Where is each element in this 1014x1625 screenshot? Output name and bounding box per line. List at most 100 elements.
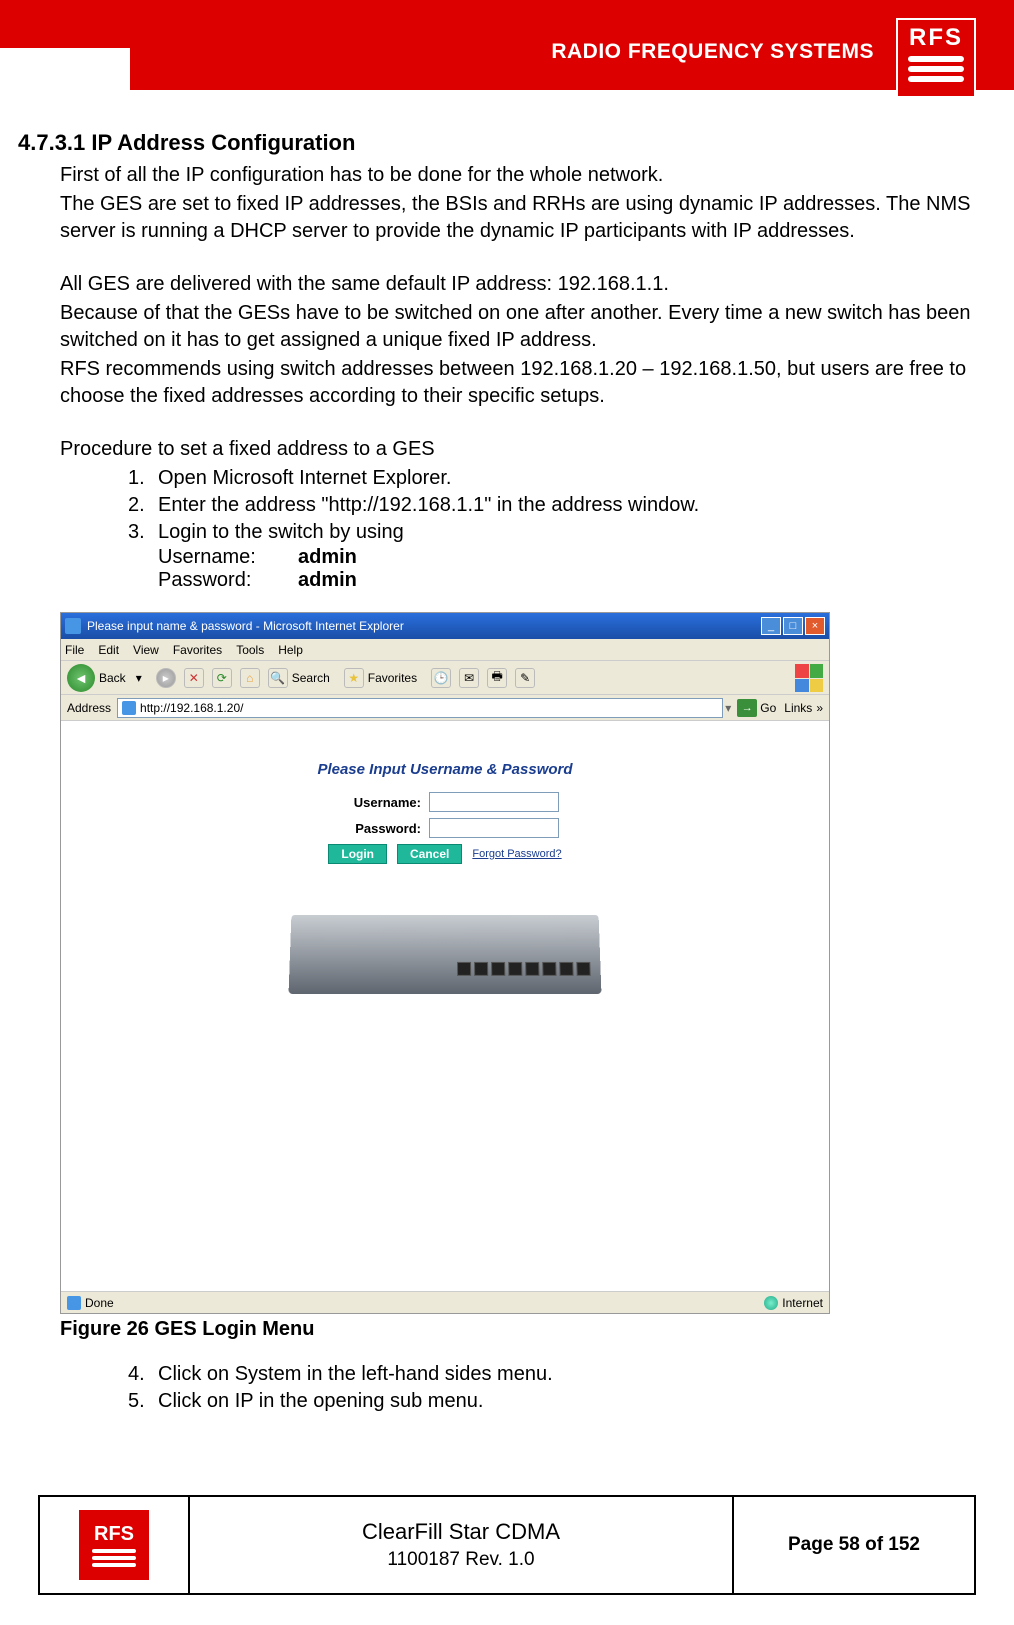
footer-page-cell: Page 58 of 152 — [734, 1497, 974, 1593]
paragraph: All GES are delivered with the same defa… — [60, 271, 974, 298]
page-content: 4.7.3.1 IP Address Configuration First o… — [0, 130, 1014, 1415]
ie-statusbar: Done Internet — [61, 1291, 829, 1313]
menu-help[interactable]: Help — [278, 643, 303, 657]
ie-addressbar: Address http://192.168.1.20/ ▾ → Go Link… — [61, 695, 829, 721]
favorites-icon[interactable]: ★ — [344, 668, 364, 688]
home-icon[interactable]: ⌂ — [240, 668, 260, 688]
list-text: Click on System in the left-hand sides m… — [158, 1361, 553, 1388]
list-item: 1. Open Microsoft Internet Explorer. — [128, 465, 974, 492]
menu-tools[interactable]: Tools — [236, 643, 264, 657]
credential-username: Username: admin — [158, 546, 974, 569]
username-label: Username: — [158, 546, 298, 569]
address-value: http://192.168.1.20/ — [140, 701, 243, 715]
page-footer: RFS ClearFill Star CDMA 1100187 Rev. 1.0… — [38, 1495, 976, 1595]
footer-logo-cell: RFS — [40, 1497, 190, 1593]
password-value: admin — [298, 569, 357, 592]
window-title: Please input name & password - Microsoft… — [87, 619, 759, 633]
header-cutout — [0, 48, 130, 90]
search-label[interactable]: Search — [292, 671, 330, 685]
list-item: 4. Click on System in the left-hand side… — [128, 1361, 974, 1388]
list-number: 4. — [128, 1361, 158, 1388]
footer-logo-text: RFS — [94, 1523, 134, 1546]
button-row: Login Cancel Forgot Password? — [265, 844, 625, 864]
paragraph: Because of that the GESs have to be swit… — [60, 300, 974, 354]
password-field-label: Password: — [331, 821, 421, 836]
login-form: Please Input Username & Password Usernam… — [265, 761, 625, 994]
switch-ports-icon — [457, 962, 591, 976]
password-label: Password: — [158, 569, 298, 592]
paragraph: RFS recommends using switch addresses be… — [60, 356, 974, 410]
list-item: 5. Click on IP in the opening sub menu. — [128, 1388, 974, 1415]
history-icon[interactable]: 🕒 — [431, 668, 451, 688]
list-text: Open Microsoft Internet Explorer. — [158, 465, 451, 492]
address-label: Address — [67, 701, 111, 715]
list-text: Enter the address "http://192.168.1.1" i… — [158, 492, 699, 519]
list-number: 5. — [128, 1388, 158, 1415]
footer-title: ClearFill Star CDMA — [362, 1519, 560, 1545]
menu-favorites[interactable]: Favorites — [173, 643, 222, 657]
rfs-logo: RFS — [896, 18, 976, 98]
password-row: Password: — [265, 818, 625, 838]
username-input[interactable] — [429, 792, 559, 812]
forward-icon[interactable]: ▸ — [156, 668, 176, 688]
wave-line-icon — [908, 66, 964, 72]
menu-edit[interactable]: Edit — [98, 643, 119, 657]
section-heading: 4.7.3.1 IP Address Configuration — [18, 130, 974, 156]
forgot-password-link[interactable]: Forgot Password? — [472, 848, 561, 860]
list-number: 3. — [128, 519, 158, 546]
wave-line-icon — [92, 1563, 136, 1567]
status-zone: Internet — [782, 1296, 823, 1310]
links-label[interactable]: Links — [784, 701, 812, 715]
minimize-button[interactable]: _ — [761, 617, 781, 635]
menu-file[interactable]: File — [65, 643, 84, 657]
print-icon[interactable]: 🖶 — [487, 668, 507, 688]
paragraph: First of all the IP configuration has to… — [60, 162, 974, 189]
edit-icon[interactable]: ✎ — [515, 668, 535, 688]
wave-line-icon — [92, 1549, 136, 1553]
username-value: admin — [298, 546, 357, 569]
ie-toolbar: ◄ Back ▾ ▸ ✕ ⟳ ⌂ 🔍 Search ★ Favorites 🕒 … — [61, 661, 829, 695]
page-icon — [67, 1296, 81, 1310]
wave-line-icon — [908, 76, 964, 82]
procedure-list-continued: 4. Click on System in the left-hand side… — [128, 1361, 974, 1415]
wave-line-icon — [92, 1556, 136, 1560]
password-input[interactable] — [429, 818, 559, 838]
cancel-button[interactable]: Cancel — [397, 844, 462, 864]
section-number: 4.7.3.1 — [18, 130, 85, 155]
list-text: Click on IP in the opening sub menu. — [158, 1388, 483, 1415]
ie-menubar: File Edit View Favorites Tools Help — [61, 639, 829, 661]
refresh-icon[interactable]: ⟳ — [212, 668, 232, 688]
mail-icon[interactable]: ✉ — [459, 668, 479, 688]
list-number: 2. — [128, 492, 158, 519]
list-item: 2. Enter the address "http://192.168.1.1… — [128, 492, 974, 519]
footer-subtitle: 1100187 Rev. 1.0 — [387, 1549, 534, 1571]
page-number: Page 58 of 152 — [788, 1534, 920, 1556]
section-title: IP Address Configuration — [91, 130, 355, 155]
switch-device-image — [289, 915, 602, 994]
figure-caption: Figure 26 GES Login Menu — [60, 1318, 974, 1341]
credential-password: Password: admin — [158, 569, 974, 592]
ie-icon — [65, 618, 81, 634]
maximize-button[interactable]: □ — [783, 617, 803, 635]
search-icon[interactable]: 🔍 — [268, 668, 288, 688]
favorites-label[interactable]: Favorites — [368, 671, 417, 685]
page-icon — [122, 701, 136, 715]
footer-rfs-logo: RFS — [79, 1510, 149, 1580]
stop-icon[interactable]: ✕ — [184, 668, 204, 688]
browser-screenshot: Please input name & password - Microsoft… — [60, 612, 830, 1314]
paragraph: The GES are set to fixed IP addresses, t… — [60, 191, 974, 245]
links-expand-icon[interactable]: » — [816, 701, 823, 715]
header-banner: RADIO FREQUENCY SYSTEMS RFS — [0, 0, 1014, 90]
close-button[interactable]: × — [805, 617, 825, 635]
go-button[interactable]: → — [737, 699, 757, 717]
back-button[interactable]: ◄ — [67, 664, 95, 692]
address-input[interactable]: http://192.168.1.20/ — [117, 698, 723, 718]
go-label[interactable]: Go — [760, 701, 776, 715]
procedure-title: Procedure to set a fixed address to a GE… — [60, 436, 974, 463]
dropdown-icon[interactable]: ▾ — [725, 701, 731, 715]
back-label[interactable]: Back — [99, 671, 126, 685]
login-button[interactable]: Login — [328, 844, 387, 864]
ie-body: Please Input Username & Password Usernam… — [61, 721, 829, 1291]
brand-text: RADIO FREQUENCY SYSTEMS — [551, 40, 874, 64]
menu-view[interactable]: View — [133, 643, 159, 657]
